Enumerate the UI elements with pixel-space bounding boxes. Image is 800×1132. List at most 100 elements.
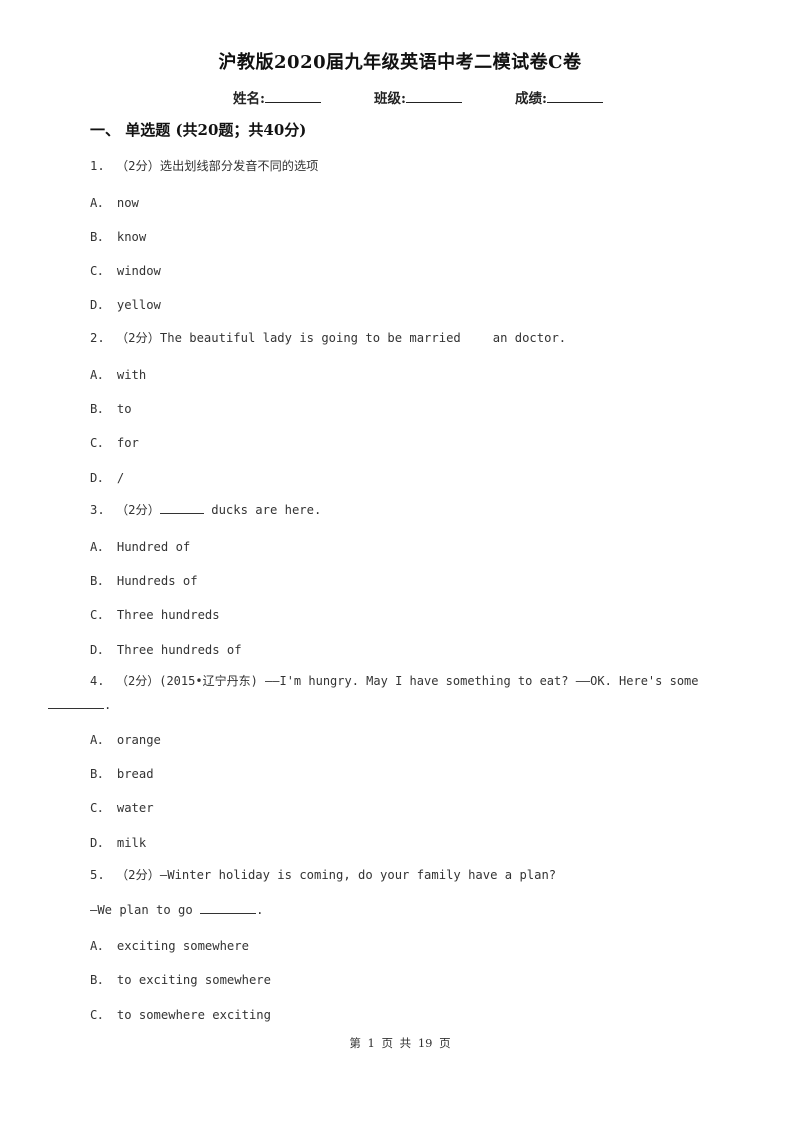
option-letter: B．: [90, 230, 110, 244]
option-letter: D．: [90, 471, 110, 485]
name-blank: [264, 89, 321, 103]
question-number: 3.: [90, 503, 105, 517]
question-text: 选出划线部分发音不同的选项: [159, 159, 319, 173]
student-info-row: 姓名: 班级: 成绩:: [0, 87, 800, 107]
question-text-end: .: [104, 698, 112, 712]
option-letter: C．: [90, 1008, 110, 1022]
question-number: 1.: [90, 159, 105, 173]
question-5-option-a: A． exciting somewhere: [90, 936, 249, 954]
question-text: ducks are here.: [211, 503, 322, 517]
name-label: 姓名:: [233, 91, 265, 107]
option-text: Hundred of: [116, 540, 191, 554]
class-field: 班级:: [374, 87, 462, 107]
option-letter: C．: [90, 264, 110, 278]
question-2-option-c: C． for: [90, 433, 139, 451]
option-letter: B．: [90, 574, 110, 588]
question-4-option-b: B． bread: [90, 764, 154, 782]
option-letter: A．: [90, 540, 110, 554]
option-letter: B．: [90, 402, 110, 416]
question-text: The beautiful lady is going to be marrie…: [159, 331, 461, 345]
option-letter: B．: [90, 973, 110, 987]
question-text: —Winter holiday is coming, do your famil…: [159, 868, 557, 882]
option-letter: D．: [90, 836, 110, 850]
question-5-stem: 5. （2分）—Winter holiday is coming, do your…: [90, 865, 556, 883]
question-1-option-c: C． window: [90, 261, 161, 279]
question-number: 5.: [90, 868, 105, 882]
option-text: Hundreds of: [116, 574, 198, 588]
question-1-option-d: D． yellow: [90, 295, 161, 313]
question-4-stem-continued: .: [48, 697, 111, 712]
option-text: exciting somewhere: [116, 939, 249, 953]
option-text: for: [116, 436, 139, 450]
option-text: with: [116, 368, 147, 382]
question-5-stem-line2: —We plan to go .: [90, 902, 263, 917]
option-text: to: [116, 402, 132, 416]
option-letter: C．: [90, 801, 110, 815]
option-letter: C．: [90, 436, 110, 450]
option-text: know: [116, 230, 147, 244]
question-number: 4.: [90, 674, 105, 688]
question-4-option-c: C． water: [90, 798, 154, 816]
question-score: （2分）: [116, 674, 160, 688]
question-3-option-d: D． Three hundreds of: [90, 640, 242, 658]
question-text: (2015•辽宁丹东) ——I'm hungry. May I have som…: [159, 674, 699, 688]
option-text: milk: [116, 836, 147, 850]
question-score: （2分）: [116, 331, 160, 345]
question-2-option-b: B． to: [90, 399, 132, 417]
question-4-stem: 4. （2分）(2015•辽宁丹东) ——I'm hungry. May I ha…: [90, 672, 699, 689]
option-text: now: [116, 196, 139, 210]
question-2-stem: 2. （2分）The beautiful lady is going to be …: [90, 328, 566, 346]
option-text: Three hundreds of: [116, 643, 242, 657]
section-heading: 一、 单选题 (共20题；共40分): [90, 121, 307, 139]
answer-blank: [159, 502, 204, 514]
option-text: to exciting somewhere: [116, 973, 271, 987]
option-text: to somewhere exciting: [116, 1008, 271, 1022]
class-label: 班级:: [374, 91, 406, 107]
option-letter: A．: [90, 196, 110, 210]
option-text: water: [116, 801, 154, 815]
option-text: orange: [116, 733, 161, 747]
question-1-option-b: B． know: [90, 227, 146, 245]
question-2-option-a: A． with: [90, 365, 146, 383]
option-letter: A．: [90, 939, 110, 953]
question-score: （2分）: [116, 159, 160, 173]
question-number: 2.: [90, 331, 105, 345]
question-3-option-b: B． Hundreds of: [90, 571, 198, 589]
score-field: 成绩:: [515, 87, 603, 107]
option-letter: A．: [90, 733, 110, 747]
question-1-stem: 1. （2分）选出划线部分发音不同的选项: [90, 156, 318, 174]
question-4-option-a: A． orange: [90, 730, 161, 748]
question-3-stem: 3. （2分） ducks are here.: [90, 500, 321, 518]
option-letter: D．: [90, 643, 110, 657]
question-text: —We plan to go: [90, 903, 193, 917]
option-text: yellow: [116, 298, 161, 312]
option-text: /: [116, 471, 125, 485]
score-label: 成绩:: [515, 91, 547, 107]
question-1-option-a: A． now: [90, 193, 139, 211]
score-blank: [546, 89, 603, 103]
page-footer: 第 1 页 共 19 页: [349, 1036, 451, 1050]
document-title: 沪教版2020届九年级英语中考二模试卷C卷: [218, 52, 582, 73]
option-letter: A．: [90, 368, 110, 382]
option-letter: B．: [90, 767, 110, 781]
exam-page: 沪教版2020届九年级英语中考二模试卷C卷 姓名: 班级: 成绩: 一、 单选题…: [0, 0, 800, 1132]
question-2-option-d: D． /: [90, 468, 124, 486]
class-blank: [405, 89, 462, 103]
question-5-option-b: B． to exciting somewhere: [90, 970, 271, 988]
answer-blank: [48, 697, 104, 709]
question-text-end: an doctor.: [492, 331, 567, 345]
name-field: 姓名:: [233, 87, 321, 107]
question-3-option-c: C． Three hundreds: [90, 605, 220, 623]
question-text-end: .: [256, 903, 264, 917]
answer-blank: [200, 902, 257, 914]
question-4-option-d: D． milk: [90, 833, 146, 851]
option-letter: D．: [90, 298, 110, 312]
option-text: Three hundreds: [116, 608, 220, 622]
question-3-option-a: A． Hundred of: [90, 537, 190, 555]
question-score: （2分）: [116, 868, 160, 882]
option-text: window: [116, 264, 161, 278]
question-score: （2分）: [116, 503, 160, 517]
question-5-option-c: C． to somewhere exciting: [90, 1005, 271, 1023]
option-letter: C．: [90, 608, 110, 622]
option-text: bread: [116, 767, 154, 781]
